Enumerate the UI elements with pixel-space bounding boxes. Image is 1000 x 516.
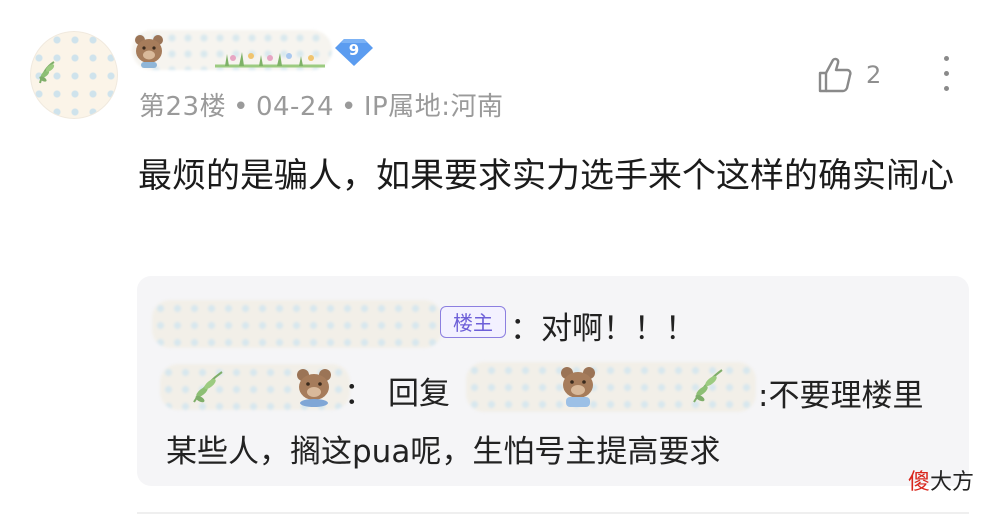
reply-username-blurred[interactable] xyxy=(152,300,442,348)
owner-tag: 楼主 xyxy=(440,306,506,338)
like-button[interactable]: 2 xyxy=(816,56,881,94)
flower-decoration xyxy=(215,52,325,68)
separator: • xyxy=(341,92,357,122)
level-number: 9 xyxy=(348,41,360,59)
avatar[interactable] xyxy=(30,31,118,119)
thumbs-up-icon xyxy=(818,57,852,93)
comment-meta: 第23楼 • 04-24 • IP属地:河南 xyxy=(139,86,503,123)
like-count: 2 xyxy=(866,61,882,89)
reply-text: :不要理楼里某些人，搁这pua呢，生怕号主提高要求 xyxy=(166,378,924,470)
floor-number: 第23楼 xyxy=(139,92,227,122)
separator: • xyxy=(233,92,249,122)
ip-location: IP属地:河南 xyxy=(363,92,504,122)
comment-date: 04-24 xyxy=(255,92,334,122)
watermark: 傻大方 xyxy=(908,470,975,495)
level-badge: 9 xyxy=(334,37,374,67)
reply-text: ：对啊！！！ xyxy=(510,311,696,347)
divider xyxy=(137,512,969,514)
leaf-icon xyxy=(39,61,55,84)
comment-text: 最烦的是骗人，如果要求实力选手来个这样的确实闹心 xyxy=(138,156,954,196)
more-vertical-icon[interactable] xyxy=(936,56,956,96)
bear-icon xyxy=(135,35,163,68)
